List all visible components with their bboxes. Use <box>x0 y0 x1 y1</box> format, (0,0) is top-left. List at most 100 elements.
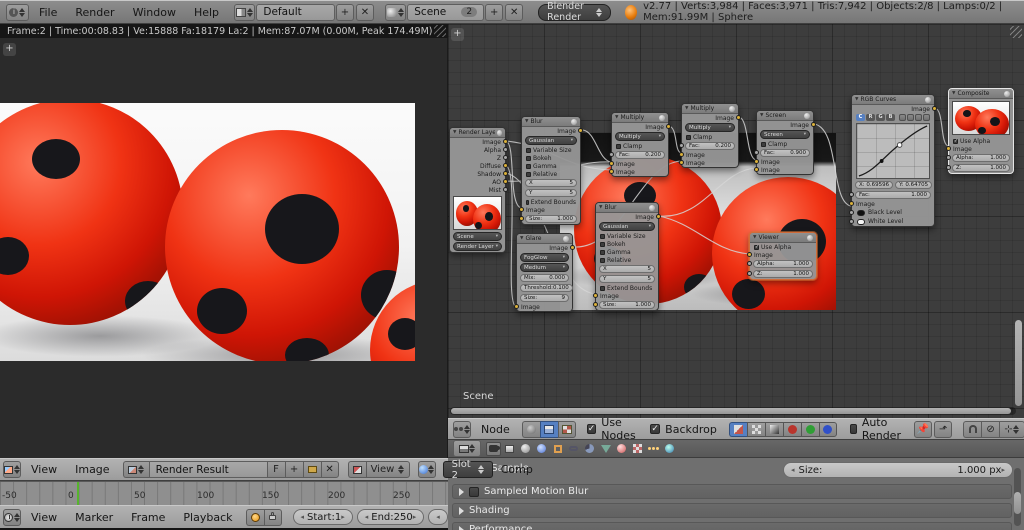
node-socket[interactable] <box>849 210 854 215</box>
vertical-scrollbar[interactable] <box>1015 320 1022 406</box>
auto-render-checkbox[interactable]: Auto Render <box>850 416 904 442</box>
node-viewer[interactable]: ▼Viewer✓Use AlphaImageAlpha:1.000Z:1.000 <box>749 232 817 280</box>
node-value-slider[interactable]: Fac:1.000 <box>855 191 931 199</box>
node-checkbox[interactable]: Extend Bounds <box>522 198 580 206</box>
node-socket[interactable] <box>593 293 598 298</box>
collapse-icon[interactable]: ▼ <box>615 115 618 120</box>
menu-frame[interactable]: Frame <box>122 511 174 524</box>
node-dropdown[interactable]: Render Layer▾ <box>453 242 502 251</box>
node-blur-2[interactable]: ▼BlurImageGaussian▾Variable SizeBokehGam… <box>595 202 659 311</box>
collapse-icon[interactable]: ▼ <box>685 106 688 111</box>
channel-z-icon[interactable] <box>765 422 783 437</box>
node-dropdown[interactable]: Gaussian▾ <box>525 136 577 145</box>
node-dropdown[interactable]: Multiply▾ <box>685 123 735 132</box>
unlink-image-button[interactable]: ✕ <box>321 461 339 478</box>
node-blur-1[interactable]: ▼BlurImageGaussian▾Variable SizeBokehGam… <box>521 116 581 225</box>
display-mode-icon[interactable] <box>348 461 366 478</box>
node-dropdown[interactable]: Medium▾ <box>520 263 569 272</box>
render-tab-icon[interactable] <box>486 442 501 456</box>
node-value-slider[interactable]: Z:1.000 <box>753 270 813 278</box>
node-socket[interactable] <box>609 152 614 157</box>
horizontal-scrollbar[interactable] <box>450 407 1016 415</box>
node-title-bar[interactable]: ▼RGB Curves <box>852 95 934 105</box>
snap-target-select[interactable]: ⊹ <box>999 421 1024 438</box>
delete-layout-button[interactable]: ✕ <box>356 4 374 21</box>
menu-help[interactable]: Help <box>185 6 228 19</box>
node-checkbox[interactable]: Variable Size <box>596 232 658 240</box>
node-socket[interactable] <box>754 150 759 155</box>
node-title-bar[interactable]: ▼Blur <box>522 117 580 127</box>
node-checkbox[interactable]: Extend Bounds <box>596 284 658 292</box>
scene-tab-icon[interactable] <box>518 442 533 456</box>
node-socket[interactable] <box>679 160 684 165</box>
node-socket[interactable] <box>946 155 951 160</box>
region-resize-grip[interactable] <box>434 25 446 37</box>
menu-window[interactable]: Window <box>124 6 185 19</box>
node-socket[interactable] <box>666 124 671 129</box>
screen-layout-icon[interactable] <box>234 4 255 21</box>
image-datablock-field[interactable]: Render Result <box>149 461 267 478</box>
modifiers-tab-icon[interactable] <box>582 442 597 456</box>
scene-users-badge[interactable]: 2 <box>461 7 477 17</box>
node-dropdown[interactable]: Gaussian▾ <box>599 222 655 231</box>
node-mix-multiply-2[interactable]: ▼MultiplyImageMultiply▾ClampFac:0.200Ima… <box>681 103 739 168</box>
node-value-slider[interactable]: Z:1.000 <box>952 164 1010 172</box>
color-swatch[interactable] <box>857 219 865 225</box>
node-value-slider[interactable]: Alpha:1.000 <box>952 154 1010 162</box>
node-title-bar[interactable]: ▼Screen <box>757 111 813 121</box>
editor-type-node-icon[interactable] <box>453 421 471 438</box>
slider-increase-icon[interactable]: ▸ <box>1001 466 1005 474</box>
node-socket[interactable] <box>932 106 937 111</box>
node-value-slider[interactable]: X5 <box>599 265 655 273</box>
node-checkbox[interactable]: ✓Use Alpha <box>949 137 1013 145</box>
node-socket[interactable] <box>736 115 741 120</box>
go-parent-node-icon[interactable]: ⬏ <box>934 421 952 438</box>
menu-file[interactable]: File <box>30 6 66 19</box>
collapse-icon[interactable]: ▼ <box>952 91 955 96</box>
node-checkbox[interactable]: Clamp <box>612 142 668 150</box>
node-title-bar[interactable]: ▼Viewer <box>750 233 816 243</box>
editor-type-properties-icon[interactable] <box>453 440 481 457</box>
particles-tab-icon[interactable] <box>646 442 661 456</box>
compositing-nodes-icon[interactable] <box>540 421 558 438</box>
collapse-icon[interactable]: ▼ <box>525 119 528 124</box>
node-value-slider[interactable]: Alpha:1.000 <box>753 260 813 268</box>
node-socket[interactable] <box>747 252 752 257</box>
physics-tab-icon[interactable] <box>662 442 677 456</box>
render-engine-select[interactable]: Blender Render <box>538 4 611 21</box>
node-checkbox[interactable]: Gamma <box>596 248 658 256</box>
menu-view[interactable]: View <box>22 463 66 476</box>
node-socket[interactable] <box>609 161 614 166</box>
node-socket[interactable] <box>656 214 661 219</box>
expand-region-icon[interactable]: + <box>3 43 16 56</box>
node-glare[interactable]: ▼GlareImageFogGlow▾Medium▾Mix:0.000Thres… <box>516 233 573 312</box>
node-value-slider[interactable]: Size:1.000 <box>599 301 655 309</box>
collapse-icon[interactable]: ▼ <box>760 113 763 118</box>
fake-user-button[interactable]: F <box>267 461 285 478</box>
texture-nodes-icon[interactable] <box>558 421 576 438</box>
node-value-slider[interactable]: Fac:0.200 <box>615 151 665 159</box>
add-layout-button[interactable]: + <box>336 4 354 21</box>
snap-icon[interactable] <box>963 421 981 438</box>
region-resize-grip[interactable] <box>1010 26 1022 38</box>
new-image-button[interactable]: + <box>285 461 303 478</box>
node-title-bar[interactable]: ▼Composite <box>949 89 1013 99</box>
node-value-slider[interactable]: Size:1.000 <box>525 215 577 223</box>
collapse-icon[interactable]: ▼ <box>453 130 456 135</box>
node-dropdown[interactable]: Screen▾ <box>760 130 810 139</box>
image-paint-mode-icon[interactable] <box>418 461 436 478</box>
node-socket[interactable] <box>519 216 524 221</box>
menu-node[interactable]: Node <box>472 423 519 436</box>
node-title-bar[interactable]: ▼Multiply <box>612 113 668 123</box>
editor-type-timeline-icon[interactable] <box>3 509 21 526</box>
node-value-slider[interactable]: X5 <box>525 179 577 187</box>
node-render-layers[interactable]: ▼Render LayersImageAlphaZDiffuseShadowAO… <box>449 127 506 253</box>
node-socket[interactable] <box>946 165 951 170</box>
node-socket[interactable] <box>747 261 752 266</box>
frame-start-field[interactable]: ◂Start:1▸ <box>293 509 353 525</box>
node-mix-multiply-1[interactable]: ▼MultiplyImageMultiply▾ClampFac:0.200Ima… <box>611 112 669 177</box>
node-socket[interactable] <box>514 304 519 309</box>
scene-name-field[interactable]: Scene 2 <box>407 4 484 21</box>
node-socket[interactable] <box>519 207 524 212</box>
shader-nodes-icon[interactable] <box>522 421 540 438</box>
